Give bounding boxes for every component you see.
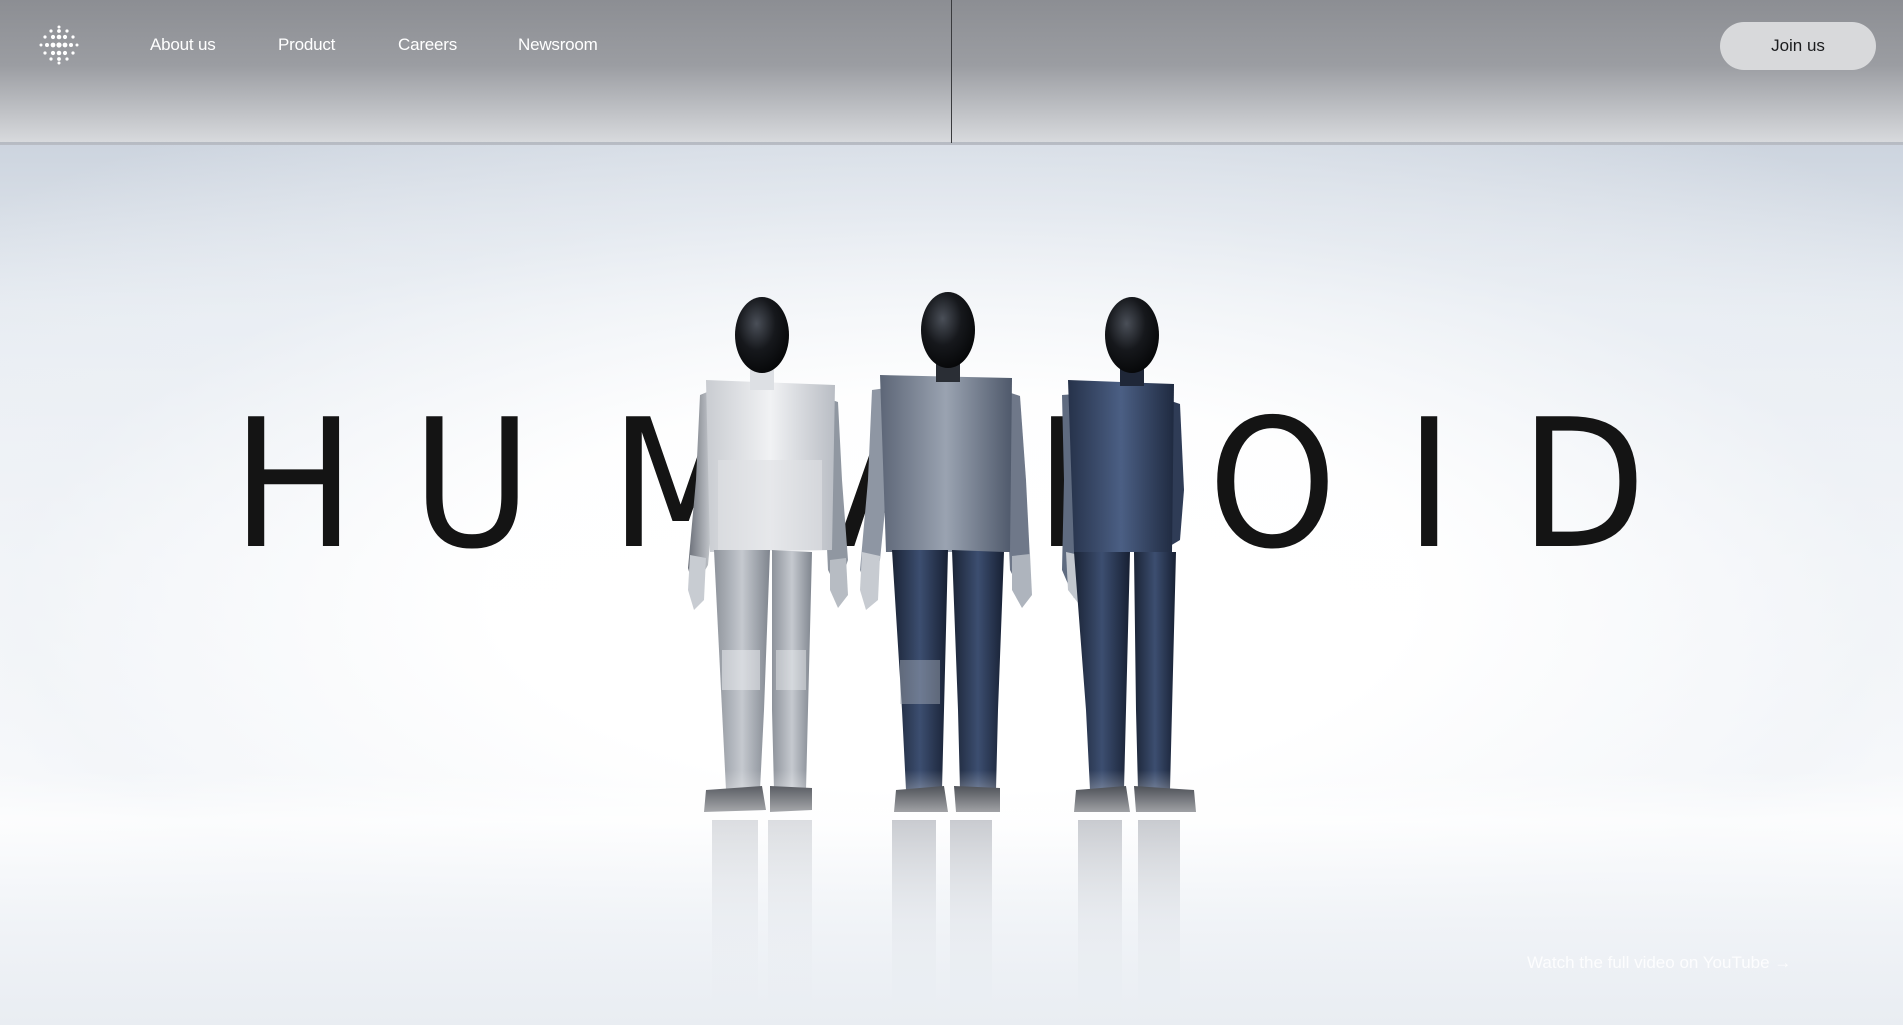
floor-glare bbox=[0, 770, 1903, 1025]
join-us-button[interactable]: Join us bbox=[1720, 22, 1876, 70]
nav-product[interactable]: Product bbox=[278, 35, 335, 55]
nav-careers[interactable]: Careers bbox=[398, 35, 457, 55]
nav-newsroom[interactable]: Newsroom bbox=[518, 35, 598, 55]
watch-video-link[interactable]: Watch the full video on YouTube → bbox=[1527, 953, 1791, 973]
nav-about-us[interactable]: About us bbox=[150, 35, 216, 55]
site-header: About us Product Careers Newsroom Join u… bbox=[0, 0, 1903, 90]
dot-grid-logo-icon[interactable] bbox=[37, 23, 81, 67]
